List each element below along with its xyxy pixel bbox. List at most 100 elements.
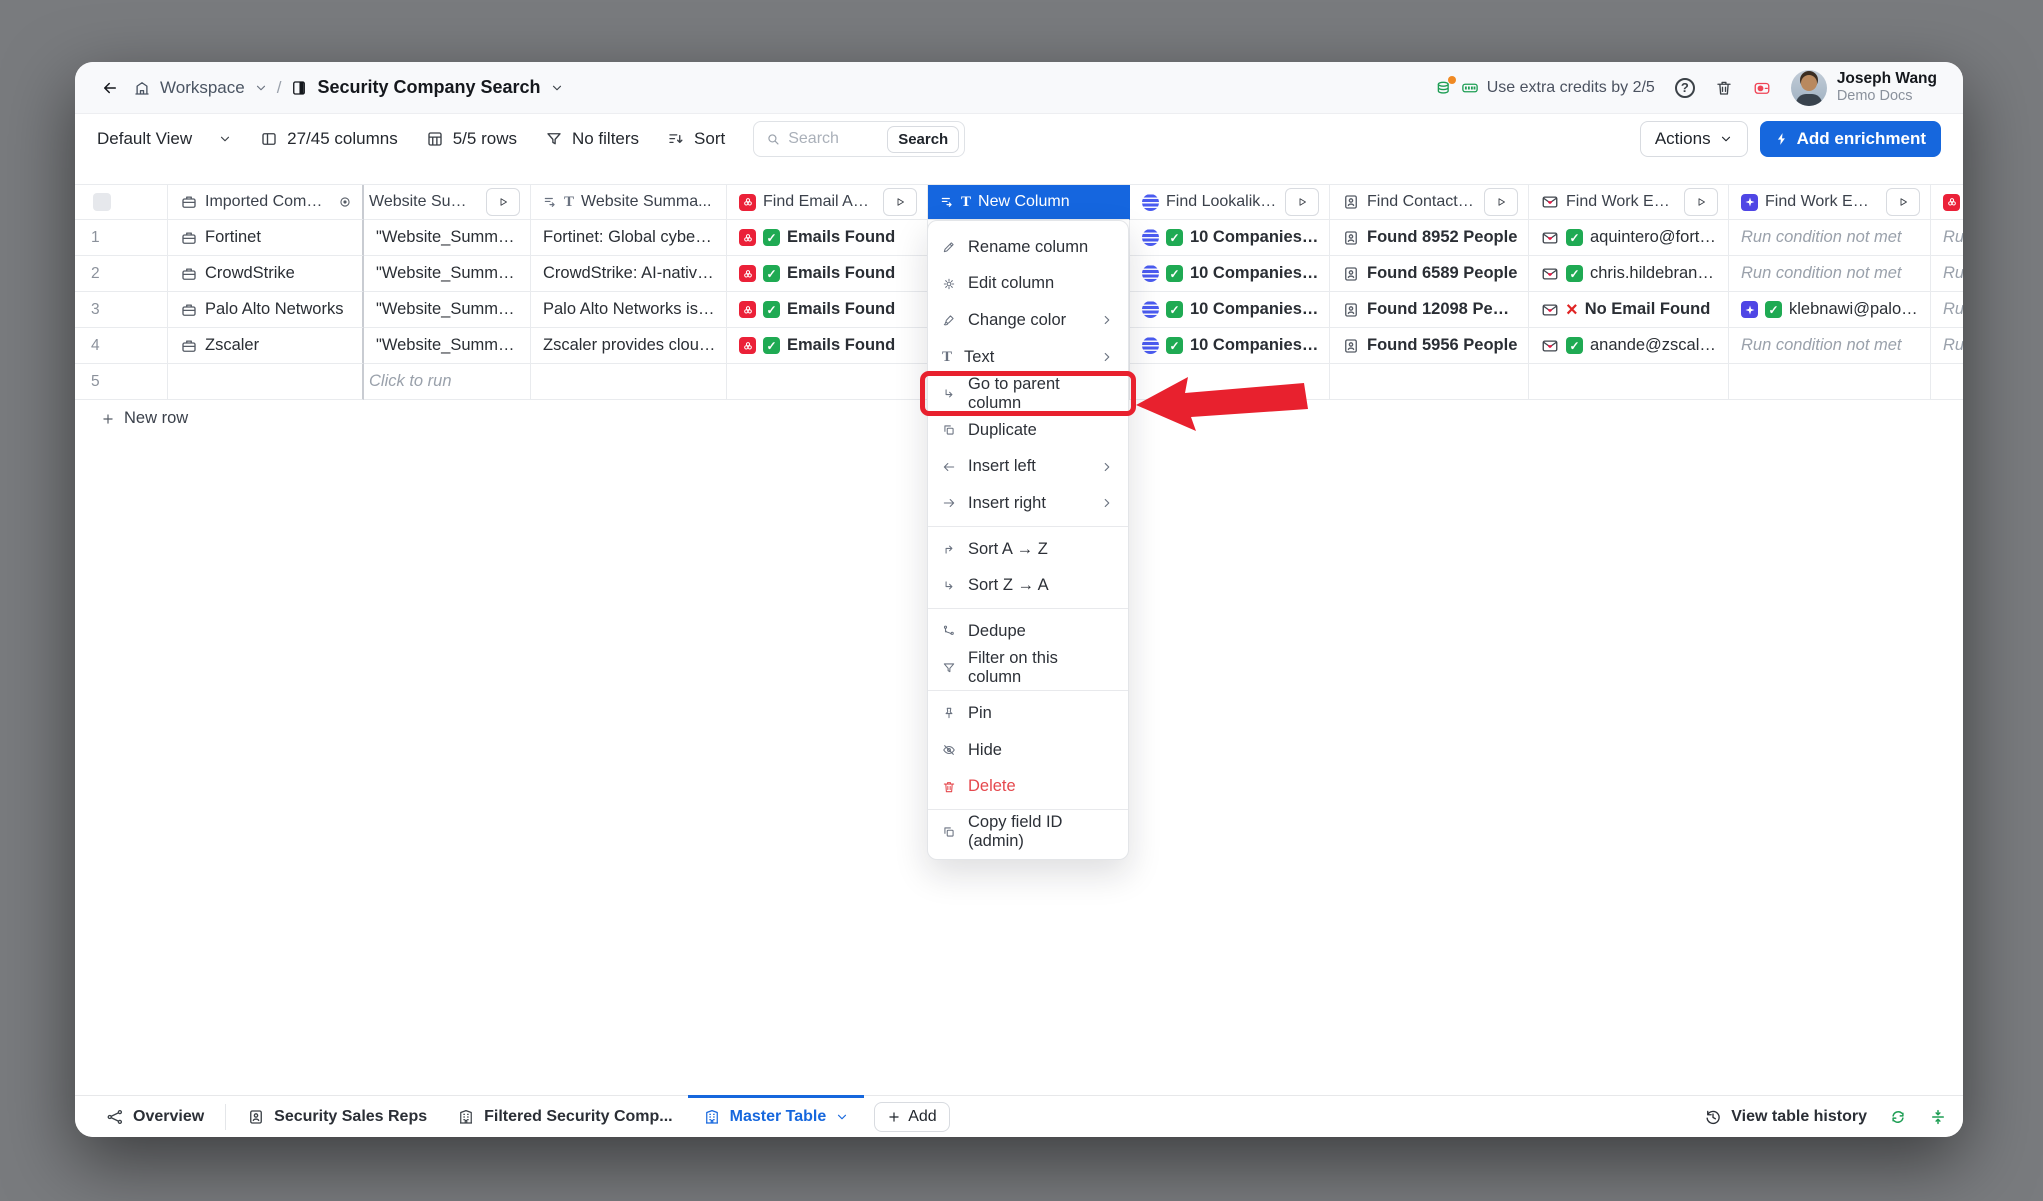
menu-item-change-color[interactable]: Change color xyxy=(928,302,1128,339)
clipped-cell[interactable]: Run condition not met xyxy=(1931,256,1963,292)
website-summary-json-cell[interactable]: "Website_Summar":"... xyxy=(364,328,531,364)
collapse-rows-icon[interactable] xyxy=(1929,1108,1947,1126)
company-cell[interactable]: Palo Alto Networks xyxy=(168,292,364,328)
tab-security-sales-reps[interactable]: Security Sales Reps xyxy=(232,1096,442,1137)
menu-item-filter-on-column[interactable]: Filter on this column xyxy=(928,650,1128,687)
run-column-button[interactable] xyxy=(1285,188,1319,216)
view-table-history-button[interactable]: View table history xyxy=(1704,1108,1867,1126)
run-column-button[interactable] xyxy=(1684,188,1718,216)
menu-item-sort-a-z[interactable]: Sort A → Z xyxy=(928,531,1128,568)
screen-record-icon[interactable] xyxy=(1753,79,1771,97)
contacts-cell[interactable] xyxy=(1330,364,1529,400)
contacts-cell[interactable]: Found 5956 People xyxy=(1330,328,1529,364)
rows-count-button[interactable]: 5/5 rows xyxy=(426,129,517,149)
column-header-website-summary[interactable]: Website Summary xyxy=(364,185,531,220)
work-email-cell[interactable]: ✓chris.hildebrand@... xyxy=(1529,256,1729,292)
menu-item-duplicate[interactable]: Duplicate xyxy=(928,412,1128,449)
target-icon[interactable] xyxy=(338,195,352,209)
website-summary-json-cell[interactable]: Click to run xyxy=(364,364,531,400)
filters-button[interactable]: No filters xyxy=(545,129,639,149)
extra-credits-toggle[interactable]: Use extra credits by 2/5 xyxy=(1435,79,1655,97)
company-cell[interactable]: Fortinet xyxy=(168,220,364,256)
find-email-cell[interactable] xyxy=(727,364,928,400)
contacts-cell[interactable]: Found 6589 People xyxy=(1330,256,1529,292)
find-email-cell[interactable]: ✓Emails Found xyxy=(727,292,928,328)
new-row-button[interactable]: New row xyxy=(101,409,231,428)
column-header-find-contacts[interactable]: Find Contacts at Co. xyxy=(1330,185,1529,220)
company-cell[interactable]: CrowdStrike xyxy=(168,256,364,292)
row-number[interactable]: 1 xyxy=(75,220,168,256)
lookalike-cell[interactable]: ✓10 Companies Found xyxy=(1130,328,1330,364)
search-button[interactable]: Search xyxy=(887,126,959,153)
add-tab-button[interactable]: Add xyxy=(874,1102,949,1132)
menu-item-sort-z-a[interactable]: Sort Z → A xyxy=(928,567,1128,604)
work-email-cell[interactable]: ✓aquintero@fortinet... xyxy=(1529,220,1729,256)
trash-icon[interactable] xyxy=(1715,79,1733,97)
run-column-button[interactable] xyxy=(883,188,917,216)
tab-overview[interactable]: Overview xyxy=(91,1096,219,1137)
work-email-2-cell[interactable]: Run condition not met xyxy=(1729,256,1931,292)
menu-item-text[interactable]: TText xyxy=(928,339,1128,376)
menu-item-copy-field-id[interactable]: Copy field ID (admin) xyxy=(928,814,1128,851)
search-input[interactable] xyxy=(788,130,879,148)
work-email-2-cell[interactable]: Run condition not met xyxy=(1729,328,1931,364)
menu-item-edit-column[interactable]: Edit column xyxy=(928,266,1128,303)
page-title[interactable]: Security Company Search xyxy=(317,77,540,98)
website-summary-text-cell[interactable]: Zscaler provides cloud-ba... xyxy=(531,328,727,364)
column-header-imported-companies[interactable]: Imported Companies xyxy=(168,185,364,220)
column-header-website-summary-2[interactable]: T Website Summa... xyxy=(531,185,727,220)
refresh-icon[interactable] xyxy=(1889,1108,1907,1126)
tab-filtered-security-comp[interactable]: Filtered Security Comp... xyxy=(442,1096,687,1137)
column-header-find-lookalike[interactable]: Find Lookalike Com. xyxy=(1130,185,1330,220)
breadcrumb-workspace[interactable]: Workspace xyxy=(160,78,245,98)
back-button[interactable] xyxy=(101,79,119,97)
row-number[interactable]: 5 xyxy=(75,364,168,400)
website-summary-text-cell[interactable]: Palo Alto Networks is a le... xyxy=(531,292,727,328)
clipped-cell[interactable]: Run condition not met xyxy=(1931,292,1963,328)
select-all-cell[interactable] xyxy=(75,185,168,220)
work-email-cell[interactable] xyxy=(1529,364,1729,400)
lookalike-cell[interactable]: ✓10 Companies Found xyxy=(1130,256,1330,292)
clipped-cell[interactable]: Run condition not met xyxy=(1931,328,1963,364)
column-header-clipped[interactable]: Fin xyxy=(1931,185,1963,220)
menu-item-delete[interactable]: Delete xyxy=(928,768,1128,805)
clipped-cell[interactable]: Run condition not met xyxy=(1931,220,1963,256)
column-header-find-work-email-2[interactable]: Find Work Email (2) xyxy=(1729,185,1931,220)
run-column-button[interactable] xyxy=(1484,188,1518,216)
run-column-button[interactable] xyxy=(1886,188,1920,216)
work-email-2-cell[interactable]: ✓klebnawi@paloalto... xyxy=(1729,292,1931,328)
row-number[interactable]: 2 xyxy=(75,256,168,292)
menu-item-hide[interactable]: Hide xyxy=(928,732,1128,769)
website-summary-json-cell[interactable]: "Website_Summar":"... xyxy=(364,220,531,256)
company-cell[interactable] xyxy=(168,364,364,400)
menu-item-insert-right[interactable]: Insert right xyxy=(928,485,1128,522)
column-header-find-work-email[interactable]: Find Work Email xyxy=(1529,185,1729,220)
help-icon[interactable]: ? xyxy=(1675,78,1695,98)
menu-item-insert-left[interactable]: Insert left xyxy=(928,449,1128,486)
clipped-cell[interactable] xyxy=(1931,364,1963,400)
website-summary-json-cell[interactable]: "Website_Summar":"... xyxy=(364,256,531,292)
work-email-2-cell[interactable]: Run condition not met xyxy=(1729,220,1931,256)
add-enrichment-button[interactable]: Add enrichment xyxy=(1760,121,1941,157)
menu-item-go-to-parent-column[interactable]: Go to parent column xyxy=(928,375,1128,412)
work-email-cell[interactable]: ×No Email Found xyxy=(1529,292,1729,328)
tab-master-table[interactable]: Master Table xyxy=(688,1096,865,1137)
sort-button[interactable]: Sort xyxy=(667,129,725,149)
company-cell[interactable]: Zscaler xyxy=(168,328,364,364)
work-email-2-cell[interactable] xyxy=(1729,364,1931,400)
find-email-cell[interactable]: ✓Emails Found xyxy=(727,220,928,256)
run-column-button[interactable] xyxy=(486,188,520,216)
find-email-cell[interactable]: ✓Emails Found xyxy=(727,256,928,292)
columns-count-button[interactable]: 27/45 columns xyxy=(260,129,398,149)
work-email-cell[interactable]: ✓anande@zscaler.c... xyxy=(1529,328,1729,364)
menu-item-pin[interactable]: Pin xyxy=(928,695,1128,732)
chevron-down-icon[interactable] xyxy=(254,81,268,95)
actions-button[interactable]: Actions xyxy=(1640,121,1748,157)
menu-item-dedupe[interactable]: Dedupe xyxy=(928,613,1128,650)
chevron-down-icon[interactable] xyxy=(550,81,564,95)
website-summary-json-cell[interactable]: "Website_Summar":"... xyxy=(364,292,531,328)
view-selector[interactable]: Default View xyxy=(97,129,232,149)
row-number[interactable]: 3 xyxy=(75,292,168,328)
column-header-find-email[interactable]: Find Email Address... xyxy=(727,185,928,220)
find-email-cell[interactable]: ✓Emails Found xyxy=(727,328,928,364)
